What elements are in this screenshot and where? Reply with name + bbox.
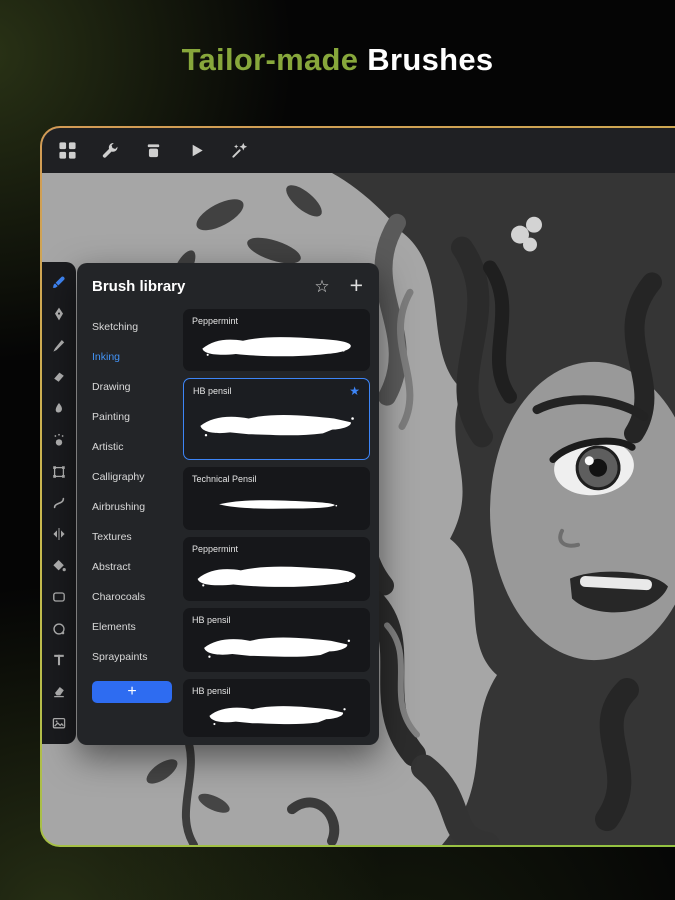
tool-shape[interactable] — [51, 589, 67, 605]
brush-library-title: Brush library — [92, 277, 186, 295]
insert-button[interactable] — [144, 141, 163, 160]
brush-category-list: Sketching Inking Drawing Painting Artist… — [77, 304, 180, 745]
play-icon — [187, 141, 206, 160]
brush-category-artistic[interactable]: Artistic — [92, 432, 180, 462]
shape-icon — [51, 589, 67, 605]
brush-library-panel: Brush library ☆ + Sketching Inking Drawi… — [77, 263, 379, 745]
tool-eraser-wedge[interactable] — [51, 369, 67, 385]
brush-category-spraypaints[interactable]: Spraypaints — [92, 642, 180, 672]
gallery-icon — [58, 141, 77, 160]
brush-category-calligraphy[interactable]: Calligraphy — [92, 462, 180, 492]
symmetry-icon — [51, 526, 67, 542]
tool-sidebar — [42, 262, 76, 744]
add-category-button[interactable]: + — [92, 681, 172, 703]
knife-icon — [51, 338, 67, 354]
tool-symmetry[interactable] — [51, 526, 67, 542]
tool-transform[interactable] — [51, 464, 67, 480]
brush-item-peppermint-2[interactable]: Peppermint — [183, 537, 370, 602]
brush-item-hb-pensil-3[interactable]: HB pensil — [183, 679, 370, 738]
brush-stroke-preview — [192, 331, 361, 361]
adjustments-button[interactable] — [230, 141, 249, 160]
brush-stroke-preview — [192, 560, 361, 592]
brush-category-drawing[interactable]: Drawing — [92, 372, 180, 402]
brush-category-charcoals[interactable]: Charocoals — [92, 582, 180, 612]
tool-image[interactable] — [51, 715, 67, 731]
page-title-rest: Brushes — [367, 42, 494, 77]
brush-category-elements[interactable]: Elements — [92, 612, 180, 642]
brush-stroke-preview — [192, 632, 361, 662]
magic-wand-icon — [230, 141, 249, 160]
text-icon — [51, 652, 67, 668]
brush-item-technical-pensil[interactable]: Technical Pensil — [183, 466, 370, 531]
brush-stroke-preview — [193, 493, 361, 517]
eraser-wedge-icon — [51, 369, 67, 385]
pen-icon — [51, 306, 67, 322]
transform-icon — [51, 464, 67, 480]
paint-jar-icon — [144, 141, 163, 160]
fill-bucket-icon — [51, 558, 67, 574]
ellipse-icon — [51, 621, 67, 637]
tool-text[interactable] — [51, 652, 67, 668]
brush-stroke-preview — [193, 701, 361, 729]
actions-button[interactable] — [101, 141, 120, 160]
app-toolbar — [42, 128, 675, 173]
tool-selection[interactable] — [51, 495, 67, 511]
gallery-button[interactable] — [58, 141, 77, 160]
tool-pen[interactable] — [51, 306, 67, 322]
brush-icon — [51, 275, 67, 291]
page-title: Tailor-made Brushes — [0, 42, 675, 78]
brush-category-abstract[interactable]: Abstract — [92, 552, 180, 582]
tool-fill[interactable] — [51, 558, 67, 574]
brush-stroke-preview — [193, 406, 360, 444]
add-brush-button[interactable]: + — [350, 274, 363, 297]
selection-icon — [51, 495, 67, 511]
brush-category-sketching[interactable]: Sketching — [92, 312, 180, 342]
airbrush-icon — [51, 432, 67, 448]
wrench-icon — [101, 141, 120, 160]
tool-ellipse[interactable] — [51, 621, 67, 637]
app-window: Brush library ☆ + Sketching Inking Drawi… — [40, 126, 675, 847]
play-button[interactable] — [187, 141, 206, 160]
brush-item-peppermint-1[interactable]: Peppermint — [183, 309, 370, 371]
plus-icon: + — [349, 272, 363, 298]
brush-list: Peppermint HB pensil ★ Technical Pensil … — [180, 304, 379, 745]
brush-category-painting[interactable]: Painting — [92, 402, 180, 432]
star-filled-icon[interactable]: ★ — [349, 385, 360, 397]
page-title-accent: Tailor-made — [181, 42, 359, 77]
brush-category-inking[interactable]: Inking — [92, 342, 180, 372]
tool-airbrush[interactable] — [51, 432, 67, 448]
block-eraser-icon — [51, 683, 67, 699]
tool-smudge[interactable] — [51, 401, 67, 417]
brush-item-hb-pensil-selected[interactable]: HB pensil ★ — [183, 377, 370, 460]
favorites-button[interactable]: ☆ — [314, 278, 349, 295]
tool-knife[interactable] — [51, 338, 67, 354]
star-outline-icon: ☆ — [314, 276, 330, 296]
image-icon — [51, 715, 67, 731]
tool-block-eraser[interactable] — [51, 683, 67, 699]
tool-brush[interactable] — [51, 275, 67, 291]
brush-library-header: Brush library ☆ + — [77, 263, 379, 304]
brush-item-hb-pensil-2[interactable]: HB pensil — [183, 608, 370, 673]
brush-category-airbrushing[interactable]: Airbrushing — [92, 492, 180, 522]
smudge-icon — [51, 401, 67, 417]
brush-category-textures[interactable]: Textures — [92, 522, 180, 552]
